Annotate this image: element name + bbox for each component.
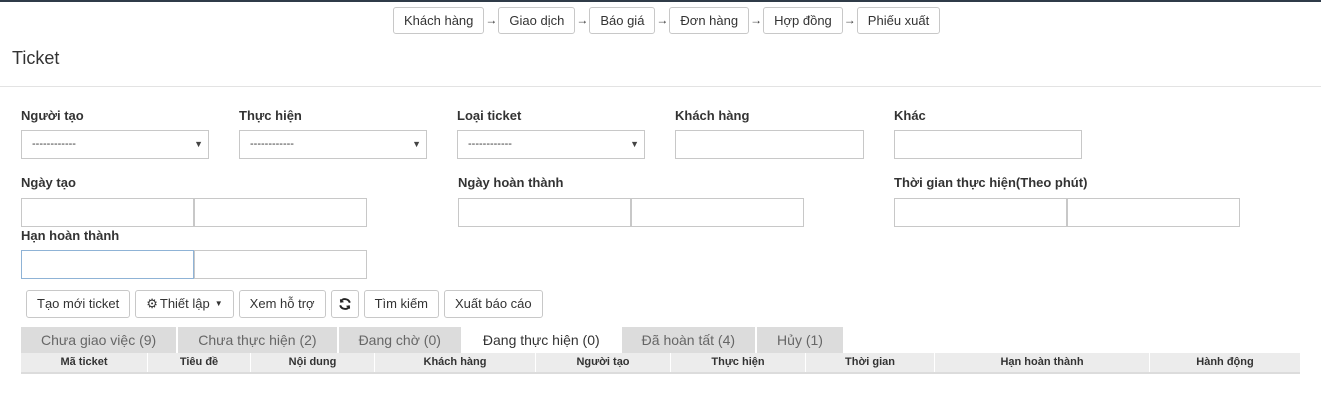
refresh-icon [338, 298, 351, 310]
creator-select-value: ------------ [32, 138, 76, 150]
search-button[interactable]: Tìm kiếm [363, 290, 440, 318]
deadline-from-input[interactable] [21, 250, 194, 279]
arrow-right-icon: → [750, 13, 763, 27]
customer-label: Khách hàng [675, 108, 750, 123]
duration-from-input[interactable] [894, 198, 1067, 227]
deadline-label: Hạn hoàn thành [21, 228, 120, 243]
created-date-label: Ngày tạo [21, 175, 76, 190]
tab-waiting[interactable]: Đang chờ (0) [338, 327, 461, 353]
completed-date-from-input[interactable] [458, 198, 631, 227]
assignee-label: Thực hiện [239, 108, 302, 123]
caret-down-icon: ▼ [194, 139, 203, 149]
toolbar: Tạo mới ticket ⚙ Thiết lập ▼ Xem hỗ trợ … [26, 290, 543, 318]
column-header-time[interactable]: Thời gian [806, 353, 935, 372]
column-header-creator[interactable]: Người tạo [536, 353, 671, 372]
ticket-type-select[interactable]: ------------ ▼ [457, 130, 645, 159]
settings-button-label: Thiết lập [159, 296, 210, 311]
tab-in-progress[interactable]: Đang thực hiện (0) [462, 327, 620, 353]
column-header-assignee[interactable]: Thực hiện [671, 353, 806, 372]
creator-select[interactable]: ------------ ▼ [21, 130, 209, 159]
ticket-table-header: Mã ticket Tiêu đề Nội dung Khách hàng Ng… [21, 353, 1300, 374]
divider [0, 86, 1321, 87]
created-date-to-input[interactable] [194, 198, 367, 227]
arrow-right-icon: → [843, 13, 856, 27]
other-input[interactable] [894, 130, 1082, 159]
page-title: Ticket [12, 48, 60, 68]
gear-icon: ⚙ [146, 296, 158, 311]
tab-not-started[interactable]: Chưa thực hiện (2) [178, 327, 337, 353]
duration-label: Thời gian thực hiện(Theo phút) [894, 175, 1088, 190]
export-report-button[interactable]: Xuất báo cáo [444, 290, 543, 318]
flow-step-transaction[interactable]: Giao dịch [498, 7, 576, 34]
tab-unassigned[interactable]: Chưa giao việc (9) [21, 327, 177, 353]
assignee-select[interactable]: ------------ ▼ [239, 130, 427, 159]
arrow-right-icon: → [576, 13, 589, 27]
created-date-from-input[interactable] [21, 198, 194, 227]
refresh-button[interactable] [330, 290, 359, 318]
column-header-customer[interactable]: Khách hàng [375, 353, 536, 372]
completed-date-label: Ngày hoàn thành [458, 175, 564, 190]
customer-input[interactable] [675, 130, 864, 159]
other-label: Khác [894, 108, 926, 123]
new-ticket-button[interactable]: Tạo mới ticket [26, 290, 131, 318]
tab-completed[interactable]: Đã hoàn tất (4) [621, 327, 756, 353]
arrow-right-icon: → [485, 13, 498, 27]
ticket-type-select-value: ------------ [468, 138, 512, 150]
duration-to-input[interactable] [1067, 198, 1240, 227]
settings-button[interactable]: ⚙ Thiết lập ▼ [135, 290, 234, 318]
flow-step-contract[interactable]: Hợp đồng [763, 7, 843, 34]
flow-step-customer[interactable]: Khách hàng [393, 7, 485, 34]
column-header-actions[interactable]: Hành động [1150, 353, 1300, 372]
flow-step-order[interactable]: Đơn hàng [669, 7, 750, 34]
flow-step-quote[interactable]: Báo giá [589, 7, 656, 34]
column-header-title[interactable]: Tiêu đề [148, 353, 251, 372]
tab-cancelled[interactable]: Hủy (1) [757, 327, 843, 353]
status-tabs: Chưa giao việc (9) Chưa thực hiện (2) Đa… [21, 327, 843, 353]
caret-down-icon: ▼ [630, 139, 639, 149]
view-support-button[interactable]: Xem hỗ trợ [238, 290, 326, 318]
caret-down-icon: ▼ [412, 139, 421, 149]
column-header-content[interactable]: Nội dung [251, 353, 375, 372]
caret-down-icon: ▼ [214, 299, 223, 308]
column-header-deadline[interactable]: Hạn hoàn thành [935, 353, 1150, 372]
assignee-select-value: ------------ [250, 138, 294, 150]
column-header-ticket-id[interactable]: Mã ticket [21, 353, 148, 372]
creator-label: Người tạo [21, 108, 84, 123]
flow-step-delivery-note[interactable]: Phiếu xuất [856, 7, 941, 34]
workflow-breadcrumb: Khách hàng → Giao dịch → Báo giá → Đơn h… [393, 7, 941, 34]
deadline-to-input[interactable] [194, 250, 367, 279]
completed-date-to-input[interactable] [631, 198, 804, 227]
top-bar [0, 0, 1321, 2]
arrow-right-icon: → [656, 13, 669, 27]
ticket-type-label: Loại ticket [457, 108, 522, 123]
